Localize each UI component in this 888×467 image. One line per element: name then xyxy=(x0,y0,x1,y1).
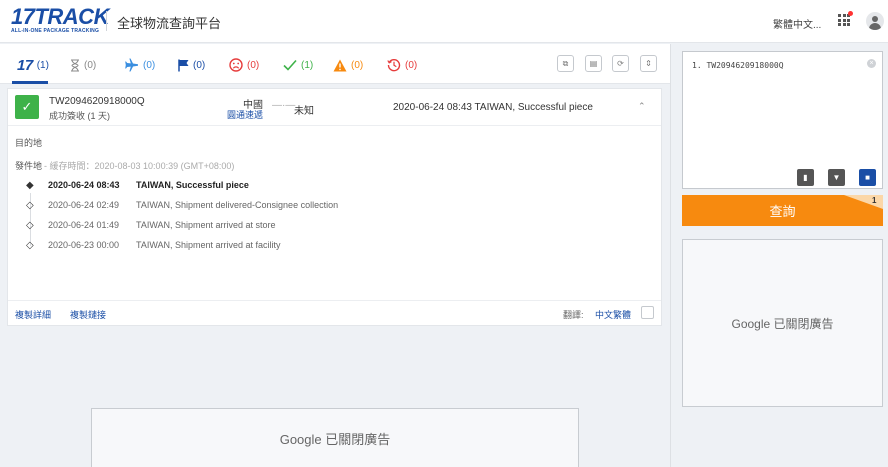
card-footer: 複製詳細 複製鏈接 翻譯: 中文繁體 xyxy=(8,300,661,326)
results-panel: 17 (1) (0) (0) (0) (0) (1) (0) (0) ⧉ ▤ ⟳… xyxy=(0,44,670,467)
route-arrow-icon: —·— xyxy=(272,100,296,111)
refresh-icon: ⟳ xyxy=(617,59,624,68)
tab-all[interactable]: 17 (1) xyxy=(17,56,49,74)
collapse-all-button[interactable]: ⇕ xyxy=(640,55,657,72)
event-time: 2020-06-24 01:49 xyxy=(48,220,120,230)
active-tab-underline xyxy=(12,81,48,84)
latest-event: 2020-06-24 08:43 TAIWAN, Successful piec… xyxy=(393,102,593,113)
top-header: 17TRACK ALL-IN-ONE PACKAGE TRACKING 全球物流… xyxy=(0,0,888,43)
clock-icon xyxy=(387,59,401,72)
query-panel: 1. TW2094620918000Q × ▮ ▼ ■ 查詢 1 Google … xyxy=(670,44,888,467)
destination-label: 目的地 xyxy=(15,138,43,148)
tracking-result-card: ✓ TW2094620918000Q 成功簽收 (1 天) 中國 圓通速遞 —·… xyxy=(7,88,662,326)
carrier-select-button[interactable]: ■ xyxy=(859,169,876,186)
check-icon xyxy=(283,59,297,71)
timeline-diamond-icon: ◇ xyxy=(26,200,34,211)
tab-undelivered[interactable]: (0) xyxy=(229,56,259,74)
tab-not-found[interactable]: (0) xyxy=(70,56,96,74)
event-time: 2020-06-24 02:49 xyxy=(48,200,120,210)
tab-in-transit[interactable]: (0) xyxy=(125,56,155,74)
warning-icon xyxy=(333,59,347,71)
tab-delivered[interactable]: (1) xyxy=(283,56,313,74)
logo[interactable]: 17TRACK ALL-IN-ONE PACKAGE TRACKING xyxy=(11,4,109,36)
collapse-icon: ⇕ xyxy=(645,59,652,68)
translate-label: 翻譯: xyxy=(563,310,584,320)
destination-country: 未知 xyxy=(294,106,314,117)
cache-time: - 緩存時間：2020-08-03 10:00:39 (GMT+08:00) xyxy=(44,161,235,171)
trash-icon: ▮ xyxy=(803,173,808,182)
origin-label-text: 發件地 xyxy=(15,161,43,171)
delivery-status: 成功簽收 (1 天) xyxy=(49,111,111,121)
copy-all-button[interactable]: ▤ xyxy=(585,55,602,72)
event-time: 2020-06-23 00:00 xyxy=(48,240,120,250)
tab-alert-count: (0) xyxy=(351,59,364,71)
ad-bottom: Google 已關閉廣告 xyxy=(91,408,579,467)
filter-icon: ▼ xyxy=(832,173,841,182)
tab-all-label: 17 xyxy=(17,56,33,74)
delivered-status-icon: ✓ xyxy=(15,95,39,119)
hourglass-icon xyxy=(71,59,79,71)
site-title: 全球物流查詢平台 xyxy=(117,16,222,31)
timeline-diamond-icon: ◇ xyxy=(26,220,34,231)
copy-button[interactable]: ⧉ xyxy=(557,55,574,72)
event-desc: TAIWAN, Successful piece xyxy=(136,180,249,190)
notification-dot xyxy=(848,11,853,16)
event-time: 2020-06-24 08:43 xyxy=(48,180,120,190)
tab-not-found-count: (0) xyxy=(84,59,97,71)
translate-language-select[interactable]: 中文繁體 xyxy=(595,308,631,321)
plane-icon xyxy=(125,58,138,72)
event-item: ◇ 2020-06-24 02:49 TAIWAN, Shipment deli… xyxy=(8,199,661,213)
tab-expired-count: (0) xyxy=(405,59,418,71)
tab-delivered-count: (1) xyxy=(301,59,314,71)
copy-details-link[interactable]: 複製詳細 xyxy=(15,308,51,321)
event-desc: TAIWAN, Shipment arrived at facility xyxy=(136,240,281,250)
event-item: ◆ 2020-06-24 08:43 TAIWAN, Successful pi… xyxy=(8,179,661,193)
tab-pick-up-count: (0) xyxy=(193,59,206,71)
truck-icon: ■ xyxy=(865,173,870,182)
flag-icon xyxy=(178,59,189,71)
tab-in-transit-count: (0) xyxy=(143,59,156,71)
result-summary-row[interactable]: ✓ TW2094620918000Q 成功簽收 (1 天) 中國 圓通速遞 —·… xyxy=(8,89,661,126)
origin-carrier-link[interactable]: 圓通速遞 xyxy=(221,108,263,121)
copy-icon: ⧉ xyxy=(562,58,569,68)
tracking-input-value: 1. TW2094620918000Q xyxy=(692,61,784,70)
logo-subtitle: ALL-IN-ONE PACKAGE TRACKING xyxy=(11,28,100,34)
translate-checkbox[interactable] xyxy=(641,306,654,319)
clear-input-icon[interactable]: × xyxy=(867,59,876,68)
timeline-diamond-filled-icon: ◆ xyxy=(26,180,34,191)
clipboard-icon: ▤ xyxy=(589,59,598,68)
event-item: ◇ 2020-06-23 00:00 TAIWAN, Shipment arri… xyxy=(8,239,661,253)
delete-button[interactable]: ▮ xyxy=(797,169,814,186)
header-divider xyxy=(106,11,107,31)
event-desc: TAIWAN, Shipment delivered-Consignee col… xyxy=(136,200,339,210)
user-avatar-icon[interactable] xyxy=(866,12,884,30)
query-count: 1 xyxy=(872,196,877,205)
tab-all-count: (1) xyxy=(36,59,49,71)
event-desc: TAIWAN, Shipment arrived at store xyxy=(136,220,276,230)
query-count-badge: 1 xyxy=(844,195,883,209)
tab-pick-up[interactable]: (0) xyxy=(178,56,205,74)
tab-expired[interactable]: (0) xyxy=(387,56,417,74)
event-item: ◇ 2020-06-24 01:49 TAIWAN, Shipment arri… xyxy=(8,219,661,233)
filter-button[interactable]: ▼ xyxy=(828,169,845,186)
tab-undelivered-count: (0) xyxy=(247,59,260,71)
timeline-diamond-icon: ◇ xyxy=(26,240,34,251)
logo-text: 17TRACK xyxy=(11,4,109,29)
sad-face-icon xyxy=(229,58,243,72)
collapse-chevron-icon[interactable]: ⌃ xyxy=(638,101,646,112)
refresh-button[interactable]: ⟳ xyxy=(612,55,629,72)
tracking-number-input[interactable]: 1. TW2094620918000Q × ▮ ▼ ■ xyxy=(682,51,883,189)
origin-label: 發件地 - 緩存時間：2020-08-03 10:00:39 (GMT+08:00… xyxy=(15,159,234,172)
tracking-number: TW2094620918000Q xyxy=(49,96,145,107)
tab-alert[interactable]: (0) xyxy=(333,56,363,74)
ad-right: Google 已關閉廣告 xyxy=(682,239,883,407)
status-tabbar: 17 (1) (0) (0) (0) (0) (1) (0) (0) ⧉ ▤ ⟳… xyxy=(0,44,670,84)
language-select[interactable]: 繁體中文... xyxy=(773,16,821,31)
apps-grid-icon[interactable] xyxy=(838,14,850,26)
copy-link-link[interactable]: 複製鏈接 xyxy=(70,308,106,321)
